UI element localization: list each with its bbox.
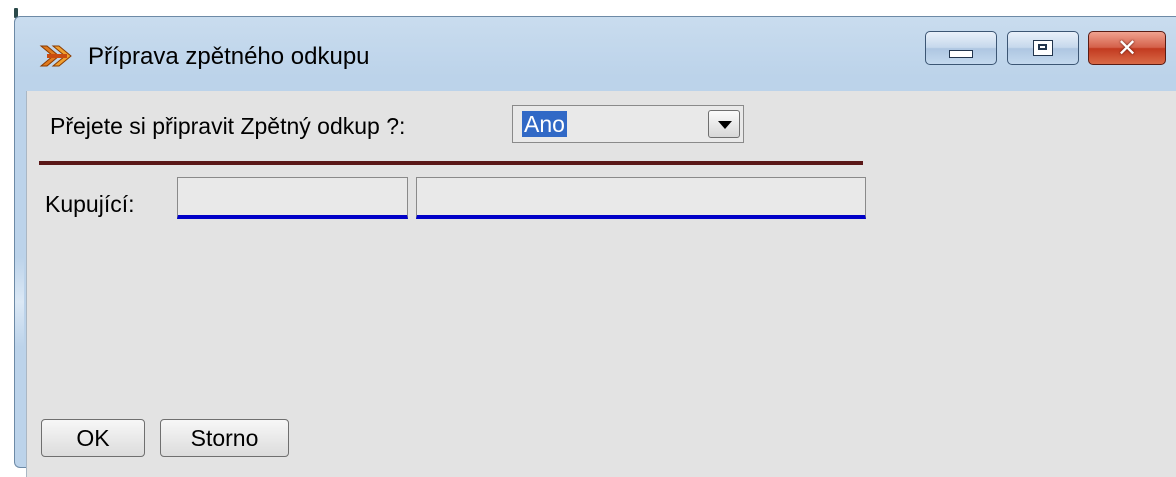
app-logo-icon — [37, 40, 77, 72]
close-icon: ✕ — [1116, 34, 1138, 62]
close-button[interactable]: ✕ — [1088, 31, 1166, 65]
minimize-icon — [949, 50, 973, 58]
cancel-button[interactable]: Storno — [160, 419, 289, 457]
buyback-select-value: Ano — [522, 111, 567, 137]
minimize-button[interactable] — [925, 31, 997, 65]
question-label: Přejete si připravit Zpětný odkup ?: — [50, 113, 406, 139]
maximize-button[interactable] — [1007, 31, 1079, 65]
dialog-window: Příprava zpětného odkupu ✕ Přejete si př… — [14, 16, 1176, 477]
window-title: Příprava zpětného odkupu — [88, 43, 370, 70]
dialog-content: Přejete si připravit Zpětný odkup ?: Ano… — [26, 91, 1176, 477]
buyer-code-input[interactable] — [177, 177, 408, 219]
buyer-label: Kupující: — [45, 191, 135, 217]
window-frame-accent — [15, 257, 24, 347]
section-divider — [39, 161, 863, 165]
buyer-name-input[interactable] — [416, 177, 866, 219]
maximize-icon — [1033, 40, 1053, 56]
chevron-down-icon[interactable] — [708, 110, 740, 138]
buyback-select[interactable]: Ano — [512, 105, 744, 143]
ok-button[interactable]: OK — [41, 419, 145, 457]
